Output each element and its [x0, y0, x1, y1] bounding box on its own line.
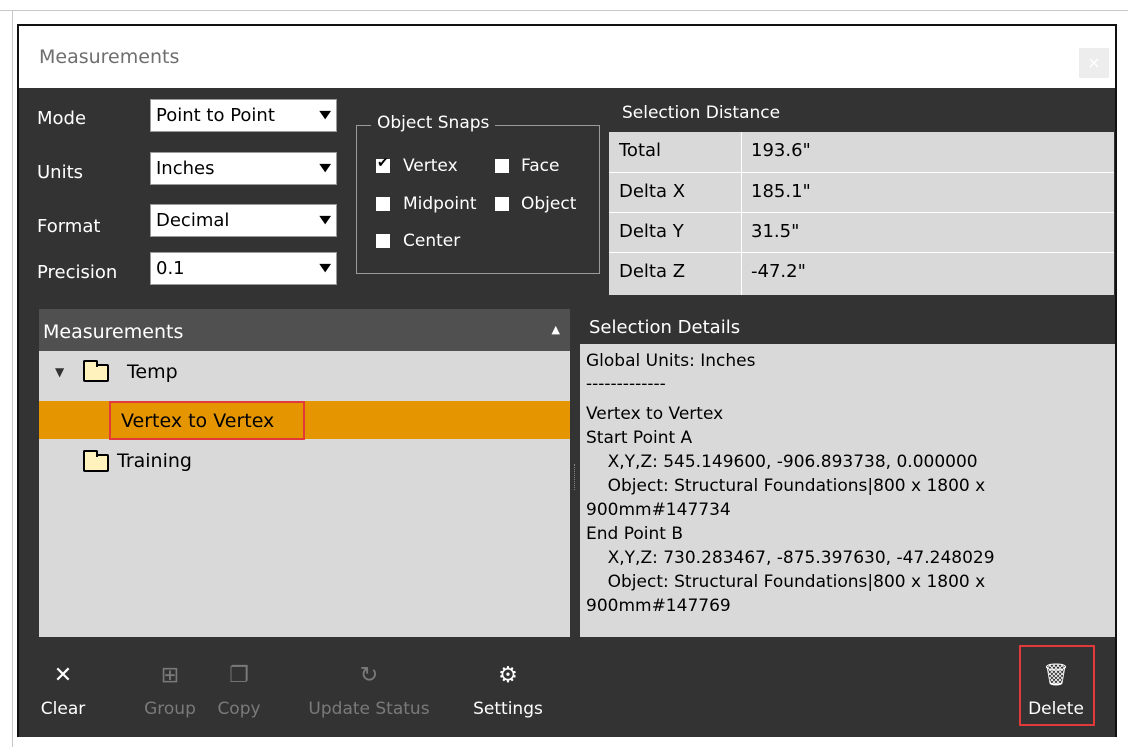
folder-plus-icon: ⊞ — [160, 663, 180, 688]
window-title: Measurements — [39, 46, 180, 68]
mode-value: Point to Point — [156, 105, 275, 126]
detail-line: ------------- — [586, 374, 666, 394]
table-row: Total 193.6" — [609, 132, 1114, 172]
close-button[interactable]: × — [1079, 48, 1109, 78]
selection-details-text: Global Units: Inches ------------- Verte… — [580, 344, 1115, 637]
units-label: Units — [37, 162, 84, 183]
row-value: 31.5" — [751, 221, 800, 242]
title-bar: Measurements × — [19, 26, 1115, 88]
chevron-down-icon: ▼ — [318, 108, 331, 121]
tree-item-temp[interactable]: ▼ Temp — [39, 351, 570, 389]
vertex-checkbox[interactable]: ✔ — [376, 155, 390, 173]
table-row: Delta X 185.1" — [609, 172, 1114, 212]
refresh-icon: ↻ — [359, 663, 379, 688]
precision-select[interactable]: 0.1 ▼ — [150, 252, 337, 285]
detail-line: Start Point A — [586, 428, 693, 448]
group-label: Group — [144, 699, 196, 719]
mode-label: Mode — [37, 108, 87, 129]
format-value: Decimal — [156, 210, 230, 231]
center-checkbox[interactable] — [376, 234, 390, 248]
outer-frame-left — [12, 10, 13, 747]
settings-label: Settings — [473, 699, 543, 719]
clear-button[interactable]: ✕ Clear — [37, 637, 89, 737]
check-icon: ✔ — [377, 155, 389, 171]
measurements-window: Measurements × Mode Point to Point ▼ Uni… — [17, 24, 1117, 737]
folder-icon — [83, 450, 109, 472]
detail-line: Vertex to Vertex — [586, 404, 724, 424]
precision-value: 0.1 — [156, 258, 185, 279]
detail-line: End Point B — [586, 524, 683, 544]
units-select[interactable]: Inches ▼ — [150, 152, 337, 185]
midpoint-snap-label: Midpoint — [403, 194, 477, 214]
settings-button[interactable]: ⚙ Settings — [453, 637, 563, 737]
measurements-panel-title: Measurements — [43, 321, 184, 343]
row-label: Total — [619, 140, 662, 161]
highlight-box — [1019, 645, 1095, 726]
copy-icon: ❐ — [229, 663, 249, 688]
detail-line: 900mm#147769 — [586, 596, 731, 616]
detail-line: 900mm#147734 — [586, 500, 731, 520]
face-snap-label: Face — [521, 156, 560, 176]
detail-line: Object: Structural Foundations|800 x 180… — [586, 572, 986, 592]
update-status-button[interactable]: ↻ Update Status — [289, 637, 449, 737]
selection-details-title: Selection Details — [589, 317, 741, 338]
tree-item-label: Training — [117, 450, 192, 472]
detail-line: X,Y,Z: 730.283467, -875.397630, -47.2480… — [586, 548, 995, 568]
units-value: Inches — [156, 158, 215, 179]
detail-line: Global Units: Inches — [586, 351, 756, 371]
object-snap-label: Object — [521, 194, 577, 214]
group-button[interactable]: ⊞ Group — [139, 637, 201, 737]
chevron-down-icon: ▼ — [318, 161, 331, 174]
format-select[interactable]: Decimal ▼ — [150, 204, 337, 237]
row-value: -47.2" — [751, 261, 806, 282]
tree-item-training[interactable]: Training — [39, 443, 570, 481]
bottom-toolbar: ✕ Clear ⊞ Group ❐ Copy ↻ Update Status ⚙… — [19, 637, 1115, 737]
precision-label: Precision — [37, 262, 118, 283]
outer-frame-top — [0, 10, 1128, 11]
measurements-panel-header[interactable]: Measurements ▲ — [39, 309, 570, 351]
row-value: 185.1" — [751, 181, 811, 202]
measurements-tree: ▼ Temp Vertex to Vertex Training — [39, 351, 570, 637]
row-label: Delta Z — [619, 261, 686, 282]
table-row: Delta Y 31.5" — [609, 212, 1114, 252]
row-label: Delta X — [619, 181, 686, 202]
expand-triangle-icon[interactable]: ▼ — [55, 365, 64, 379]
selection-distance-table: Total 193.6" Delta X 185.1" Delta Y 31.5… — [609, 132, 1114, 295]
chevron-down-icon: ▼ — [318, 213, 331, 226]
table-row: Delta Z -47.2" — [609, 252, 1114, 295]
update-status-label: Update Status — [308, 699, 430, 719]
format-label: Format — [37, 216, 101, 237]
row-label: Delta Y — [619, 221, 684, 242]
copy-label: Copy — [217, 699, 261, 719]
vertex-snap-label: Vertex — [403, 156, 458, 176]
face-checkbox[interactable] — [495, 159, 509, 173]
tree-item-label: Temp — [127, 361, 178, 383]
object-checkbox[interactable] — [495, 197, 509, 211]
copy-button[interactable]: ❐ Copy — [209, 637, 269, 737]
splitter-handle[interactable] — [574, 464, 577, 490]
midpoint-checkbox[interactable] — [376, 197, 390, 211]
gear-icon: ⚙ — [498, 663, 518, 688]
row-value: 193.6" — [751, 140, 811, 161]
highlight-box — [109, 401, 305, 440]
close-icon: ✕ — [53, 663, 73, 688]
chevron-up-icon[interactable]: ▲ — [552, 323, 560, 336]
center-snap-label: Center — [403, 231, 461, 251]
selection-distance-title: Selection Distance — [622, 103, 781, 123]
detail-line: X,Y,Z: 545.149600, -906.893738, 0.000000 — [586, 452, 978, 472]
detail-line: Object: Structural Foundations|800 x 180… — [586, 476, 986, 496]
folder-icon — [83, 360, 109, 382]
chevron-down-icon: ▼ — [318, 261, 331, 274]
clear-label: Clear — [40, 699, 86, 719]
mode-select[interactable]: Point to Point ▼ — [150, 99, 337, 132]
object-snaps-title: Object Snaps — [371, 113, 496, 133]
